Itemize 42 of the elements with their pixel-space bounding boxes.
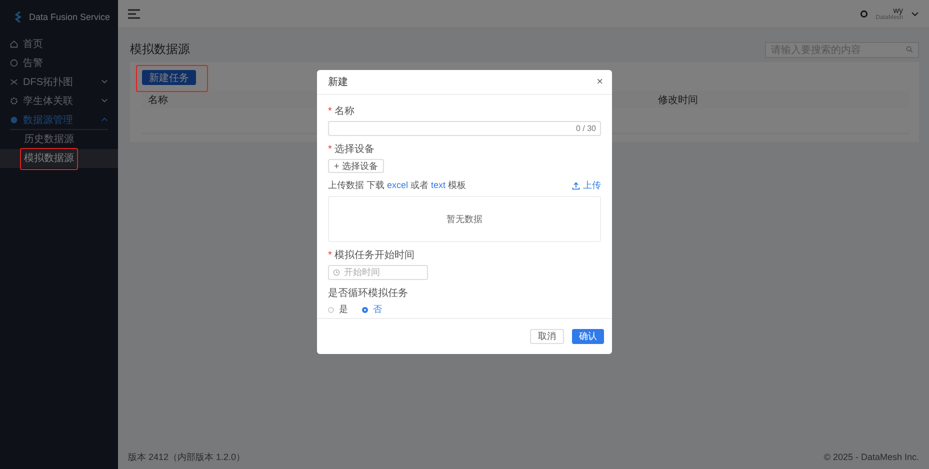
disc-icon xyxy=(10,116,18,124)
gear-icon xyxy=(10,96,18,104)
clock-icon xyxy=(333,269,340,276)
sidebar-item[interactable]: 首页 xyxy=(0,34,118,53)
confirm-button[interactable]: 确认 xyxy=(572,329,604,344)
sidebar-item[interactable]: 孪生体关联 xyxy=(0,91,118,110)
upload-hint: 上传数据 下载 excel 或者 text 模板 xyxy=(328,179,466,192)
shuffle-icon xyxy=(10,78,18,86)
version-text: 版本 2412（内部版本 1.2.0） xyxy=(128,450,246,464)
upload-icon xyxy=(572,182,580,190)
close-button[interactable]: × xyxy=(596,76,603,88)
column-header: 名称 xyxy=(148,94,168,106)
copyright-text: © 2025 - DataMesh Inc. xyxy=(824,452,919,462)
sidebar-subitem[interactable]: 模拟数据源 xyxy=(0,149,118,168)
radio-option[interactable]: 是 xyxy=(328,303,348,316)
dialog-title: 新建 xyxy=(328,76,348,89)
sidebar-item[interactable]: DFS拓扑图 xyxy=(0,72,118,91)
name-field[interactable]: 0 / 30 xyxy=(328,121,601,136)
circle-icon xyxy=(10,58,18,66)
field-label: 是否循环模拟任务 xyxy=(328,286,409,300)
empty-text: 暂无数据 xyxy=(446,212,482,226)
search-icon[interactable] xyxy=(906,46,913,53)
menu-icon[interactable] xyxy=(128,8,140,18)
column-header: 修改时间 xyxy=(658,94,698,106)
field-label: * 名称 xyxy=(328,105,356,118)
radio-option[interactable]: 否 xyxy=(362,303,382,316)
user-name: wy xyxy=(893,6,903,14)
page-title: 模拟数据源 xyxy=(130,41,190,58)
settings-icon[interactable] xyxy=(860,10,868,18)
logo-icon xyxy=(14,10,23,24)
select-device-button[interactable]: + 选择设备 xyxy=(328,159,384,173)
app-title: Data Fusion Service xyxy=(29,12,110,22)
upload-button[interactable]: 上传 xyxy=(572,179,601,192)
cancel-button[interactable]: 取消 xyxy=(530,329,564,344)
chevron-icon[interactable] xyxy=(911,10,919,18)
time-field[interactable]: 开始时间 xyxy=(328,265,428,280)
sidebar-subitem[interactable]: 历史数据源 xyxy=(0,130,118,149)
sidebar-item[interactable]: 告警 xyxy=(0,53,118,72)
new-task-button[interactable]: 新建任务 xyxy=(142,70,196,85)
field-label: * 选择设备 xyxy=(328,142,376,156)
home-icon xyxy=(10,40,18,48)
field-label: * 模拟任务开始时间 xyxy=(328,248,416,262)
